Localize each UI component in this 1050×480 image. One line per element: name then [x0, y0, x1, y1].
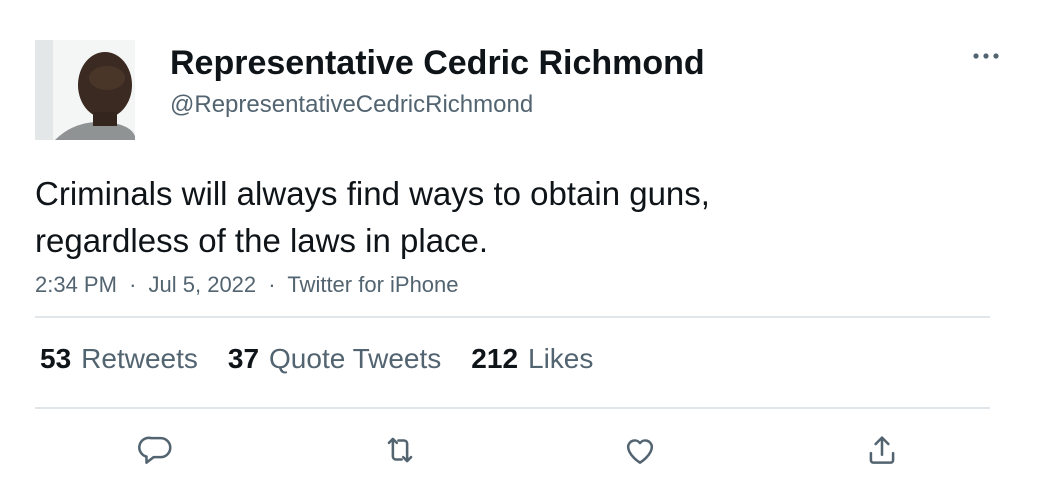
retweets-label: Retweets	[81, 343, 198, 374]
quote-tweets-label: Quote Tweets	[269, 343, 442, 374]
avatar[interactable]	[35, 40, 135, 140]
retweet-button[interactable]	[378, 428, 422, 472]
author-block: Representative Cedric Richmond @Represen…	[170, 42, 705, 120]
divider	[35, 316, 990, 318]
meta-separator: ·	[268, 272, 276, 297]
display-name[interactable]: Representative Cedric Richmond	[170, 42, 705, 84]
tweet-text: Criminals will always find ways to obtai…	[35, 170, 935, 264]
likes-stat[interactable]: 212 Likes	[471, 340, 593, 378]
retweet-icon	[387, 437, 413, 463]
tweet-metadata: 2:34 PM · Jul 5, 2022 · Twitter for iPho…	[35, 270, 459, 300]
likes-label: Likes	[528, 343, 594, 374]
retweets-count: 53	[40, 343, 72, 374]
tweet-date[interactable]: Jul 5, 2022	[149, 272, 257, 297]
tweet-text-line: Criminals will always find ways to obtai…	[35, 175, 710, 212]
tweet-source[interactable]: Twitter for iPhone	[287, 272, 458, 297]
like-button[interactable]	[618, 428, 662, 472]
share-icon	[869, 436, 895, 464]
divider	[35, 407, 990, 409]
quote-tweets-stat[interactable]: 37 Quote Tweets	[228, 340, 441, 378]
avatar-image	[35, 40, 135, 140]
quote-tweets-count: 37	[227, 343, 260, 374]
more-options-button[interactable]	[970, 44, 1002, 68]
meta-separator: ·	[129, 272, 137, 297]
tweet-card: Representative Cedric Richmond @Represen…	[0, 0, 1050, 480]
like-icon	[626, 439, 654, 464]
tweet-stats: 53 Retweets 37 Quote Tweets 212 Likes	[40, 340, 593, 378]
reply-icon	[138, 436, 172, 464]
more-icon	[973, 53, 999, 59]
share-button[interactable]	[860, 428, 904, 472]
user-handle[interactable]: @RepresentativeCedricRichmond	[170, 90, 705, 120]
likes-count: 212	[471, 343, 519, 374]
action-bar	[0, 428, 1050, 472]
reply-button[interactable]	[134, 428, 178, 472]
retweets-stat[interactable]: 53 Retweets	[40, 340, 198, 378]
tweet-text-line: regardless of the laws in place.	[35, 222, 489, 259]
tweet-time[interactable]: 2:34 PM	[35, 272, 117, 297]
